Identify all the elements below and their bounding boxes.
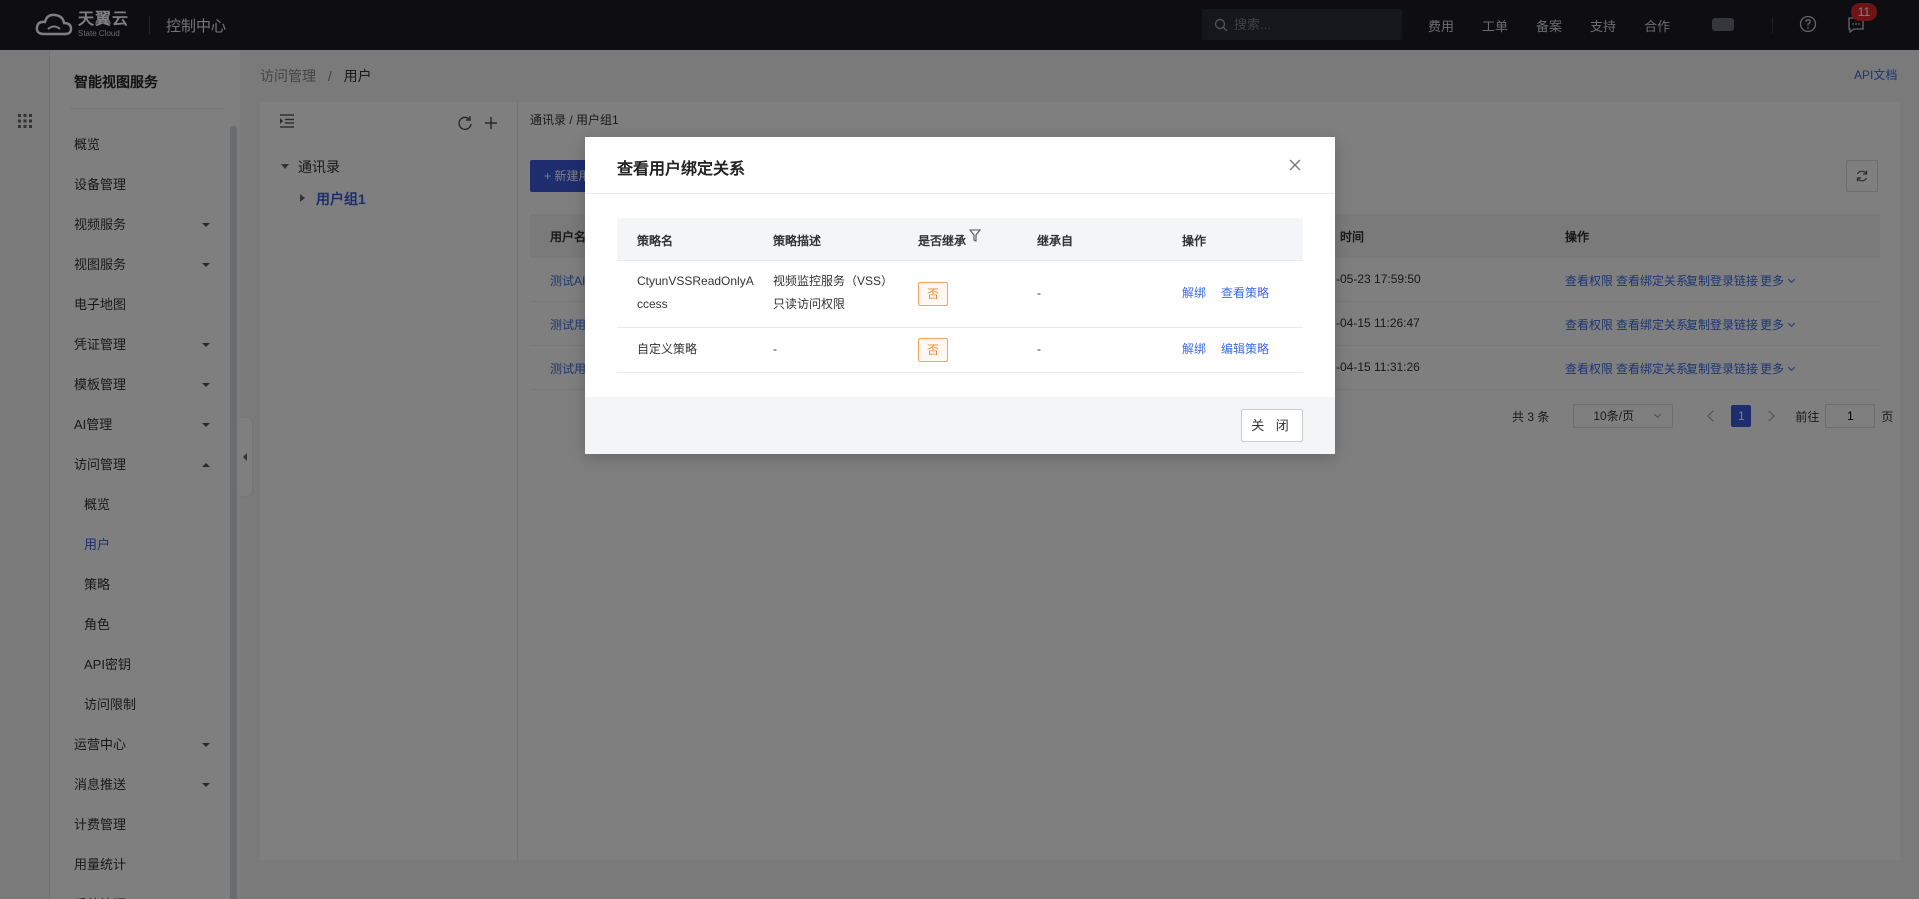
policy-desc-line: 只读访问权限 bbox=[773, 297, 846, 311]
policy-name: 自定义策略 bbox=[637, 342, 698, 356]
policy-table-header: 策略名 策略描述 是否继承 继承自 操作 bbox=[617, 218, 1303, 261]
unbind-link[interactable]: 解绑 bbox=[1182, 282, 1206, 305]
column-header-inherited: 是否继承 bbox=[918, 234, 967, 248]
policy-name: CtyunVSSReadOnlyA ccess bbox=[637, 270, 754, 316]
filter-icon[interactable] bbox=[969, 229, 981, 243]
inherited-from: - bbox=[1037, 342, 1041, 356]
column-header-inherited-from: 继承自 bbox=[1037, 234, 1074, 248]
policy-description: - bbox=[773, 342, 777, 356]
column-header-policy-actions: 操作 bbox=[1182, 234, 1207, 248]
binding-dialog: 查看用户绑定关系 策略名 策略描述 是否继承 继承自 操作 CtyunVSSRe… bbox=[585, 137, 1335, 454]
dialog-header: 查看用户绑定关系 bbox=[585, 137, 1335, 194]
dialog-title: 查看用户绑定关系 bbox=[617, 161, 746, 178]
policy-name-line: CtyunVSSReadOnlyA bbox=[637, 274, 754, 288]
policy-row: 自定义策略 - 否 - 解绑 编辑策略 bbox=[617, 328, 1303, 373]
policy-description: 视频监控服务（VSS） 只读访问权限 bbox=[773, 270, 893, 316]
close-icon[interactable] bbox=[1288, 158, 1302, 172]
edit-policy-link[interactable]: 编辑策略 bbox=[1221, 338, 1269, 361]
close-button[interactable]: 关 闭 bbox=[1241, 409, 1303, 442]
unbind-link[interactable]: 解绑 bbox=[1182, 338, 1206, 361]
inherited-from: - bbox=[1037, 286, 1041, 300]
view-policy-link[interactable]: 查看策略 bbox=[1221, 282, 1269, 305]
column-header-policy-name: 策略名 bbox=[637, 234, 674, 248]
column-header-policy-desc: 策略描述 bbox=[773, 234, 822, 248]
inherit-status-tag: 否 bbox=[918, 338, 948, 362]
policy-row: CtyunVSSReadOnlyA ccess 视频监控服务（VSS） 只读访问… bbox=[617, 261, 1303, 328]
dialog-footer: 关 闭 bbox=[585, 397, 1335, 454]
policy-desc-line: 视频监控服务（VSS） bbox=[773, 274, 894, 288]
inherit-status-tag: 否 bbox=[918, 282, 948, 306]
policy-name-line: ccess bbox=[637, 297, 668, 311]
